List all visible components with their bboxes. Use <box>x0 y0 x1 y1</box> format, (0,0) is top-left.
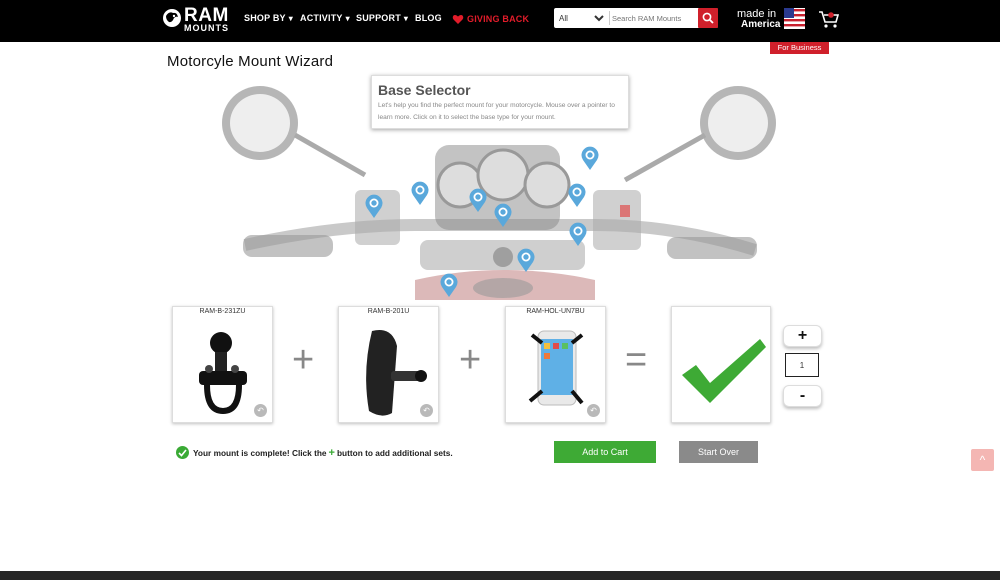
ram-mounts-logo[interactable]: RAM MOUNTS <box>162 6 236 36</box>
map-pin-icon[interactable] <box>493 203 513 227</box>
logo-mounts-text: MOUNTS <box>184 23 229 33</box>
mount-complete-card <box>671 306 771 423</box>
nav-blog[interactable]: BLOG <box>415 13 442 23</box>
quantity-input[interactable] <box>785 353 819 377</box>
base-selector-tooltip: Base Selector Let's help you find the pe… <box>371 75 629 129</box>
quantity-increment-button[interactable]: + <box>783 325 822 347</box>
success-check-icon <box>176 446 189 459</box>
part-sku: RAM-B-201U <box>367 308 410 315</box>
part-sku: RAM-HOL-UN7BU <box>526 308 585 315</box>
map-pin-icon[interactable] <box>568 222 588 246</box>
nav-activity-label: ACTIVITY <box>300 13 343 23</box>
search-box: All <box>554 8 718 28</box>
ram-head-icon <box>163 9 181 27</box>
search-button[interactable] <box>698 8 718 28</box>
back-to-top-button[interactable]: ^ <box>971 449 994 471</box>
equals-operator: = <box>625 339 648 381</box>
ball-base-mount-image <box>199 332 247 415</box>
search-divider <box>609 11 610 25</box>
search-input[interactable] <box>612 9 696 27</box>
part-sku: RAM-B-231ZU <box>199 308 246 315</box>
top-navigation-bar: RAM MOUNTS SHOP BY ▾ ACTIVITY ▾ SUPPORT … <box>0 0 1000 42</box>
start-over-button[interactable]: Start Over <box>679 441 758 463</box>
plus-operator: + <box>459 339 482 381</box>
part-card-arm[interactable]: RAM-B-201U ↶ <box>338 306 439 423</box>
page-title: Motorcyle Mount Wizard <box>167 53 334 70</box>
part-card-base[interactable]: RAM-B-231ZU ↶ <box>172 306 273 423</box>
nav-blog-label: BLOG <box>415 13 442 23</box>
us-flag-icon <box>784 8 805 29</box>
map-pin-icon[interactable] <box>364 194 384 218</box>
part-card-holder[interactable]: RAM-HOL-UN7BU ↶ <box>505 306 606 423</box>
double-socket-arm-image <box>366 330 427 416</box>
green-checkmark-icon <box>682 339 766 403</box>
nav-shop-by-label: SHOP BY <box>244 13 286 23</box>
plus-operator: + <box>292 339 315 381</box>
nav-shop-by[interactable]: SHOP BY ▾ <box>244 13 293 23</box>
nav-support[interactable]: SUPPORT ▾ <box>356 13 408 23</box>
map-pin-icon[interactable] <box>439 273 459 297</box>
map-pin-icon[interactable] <box>580 146 600 170</box>
page: RAM MOUNTS SHOP BY ▾ ACTIVITY ▾ SUPPORT … <box>0 0 1000 580</box>
nav-support-label: SUPPORT <box>356 13 401 23</box>
search-category-select[interactable]: All <box>555 9 607 27</box>
footer-strip <box>0 571 1000 580</box>
search-icon <box>702 12 714 24</box>
map-pin-icon[interactable] <box>516 248 536 272</box>
quantity-decrement-button[interactable]: - <box>783 385 822 407</box>
map-pin-icon[interactable] <box>468 188 488 212</box>
shopping-cart-icon[interactable] <box>818 9 840 29</box>
tooltip-text: Let's help you find the perfect mount fo… <box>378 102 615 121</box>
status-text-before: Your mount is complete! Click the <box>193 447 327 458</box>
status-text-after: button to add additional sets. <box>336 447 453 458</box>
tooltip-title: Base Selector <box>378 82 471 98</box>
nav-activity[interactable]: ACTIVITY ▾ <box>300 13 350 23</box>
map-pin-icon[interactable] <box>410 181 430 205</box>
undo-icon[interactable]: ↶ <box>254 404 267 417</box>
phone-holder-image <box>528 330 584 406</box>
america-text: America <box>741 19 781 30</box>
map-pin-icon[interactable] <box>567 183 587 207</box>
add-to-cart-button[interactable]: Add to Cart <box>554 441 656 463</box>
chevron-down-icon: ▾ <box>288 13 293 23</box>
for-business-tab[interactable]: For Business <box>770 42 829 54</box>
undo-icon[interactable]: ↶ <box>420 404 433 417</box>
nav-giving-back[interactable]: GIVING BACK <box>452 13 529 25</box>
status-plus-symbol: + <box>328 446 335 459</box>
chevron-down-icon: ▾ <box>345 13 350 23</box>
heart-hand-icon <box>452 14 464 24</box>
mount-complete-message: Your mount is complete! Click the + butt… <box>176 446 453 459</box>
undo-icon[interactable]: ↶ <box>587 404 600 417</box>
nav-giving-back-label: GIVING BACK <box>467 14 530 24</box>
chevron-down-icon: ▾ <box>403 13 409 23</box>
made-in-america-badge: made in America <box>737 9 780 30</box>
